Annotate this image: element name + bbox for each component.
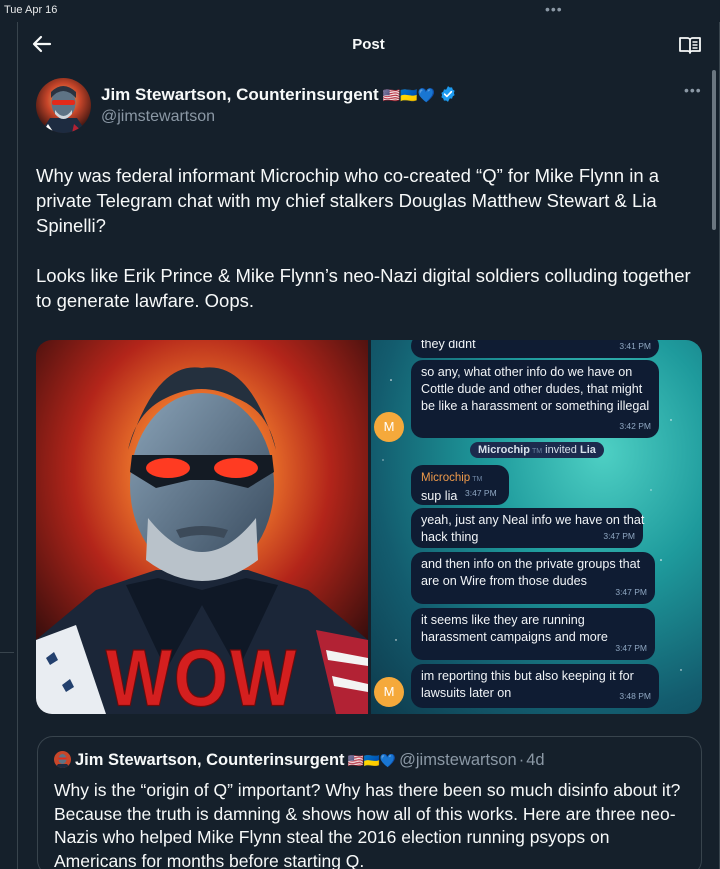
reader-mode-button[interactable] [678, 34, 702, 56]
book-open-icon [679, 37, 701, 54]
more-options-button[interactable]: ••• [684, 82, 702, 98]
chat-message: Microchip TM sup lia 3:47 PM [411, 465, 509, 505]
service-target: Lia [579, 444, 596, 456]
member-avatar: M [374, 412, 404, 442]
message-text: im reporting this but also keeping it fo… [421, 669, 634, 700]
service-verb: invited [545, 444, 577, 456]
chat-message: im reporting this but also keeping it fo… [411, 664, 659, 708]
media-image-chat[interactable]: they didnt 3:41 PM so any, what other in… [371, 340, 702, 714]
status-time: Tue Apr 16 [4, 4, 58, 16]
more-horizontal-icon: ••• [684, 82, 702, 98]
quoted-post-header: Jim Stewartson, Counterinsurgent 🇺🇸🇺🇦💙 @ji… [54, 751, 545, 770]
tweet-body: Why was federal informant Microchip who … [36, 163, 706, 313]
media-grid: WOW they didnt 3:41 PM so any, what othe… [36, 340, 702, 714]
avatar-image [36, 78, 91, 133]
service-message: Microchip TM invited Lia [470, 442, 604, 458]
chat-message: so any, what other info do we have on Co… [411, 360, 659, 438]
chat-message: they didnt 3:41 PM [411, 340, 659, 358]
author-flags: 🇺🇸🇺🇦💙 [382, 87, 435, 103]
tweet-paragraph: Why was federal informant Microchip who … [36, 165, 660, 236]
quoted-author-name: Jim Stewartson, Counterinsurgent [75, 751, 345, 769]
message-time: 3:47 PM [615, 587, 647, 597]
avatar[interactable] [36, 78, 91, 133]
quoted-author-flags: 🇺🇸🇺🇦💙 [347, 753, 397, 768]
post-header: Post [18, 22, 719, 68]
author-name[interactable]: Jim Stewartson, Counterinsurgent 🇺🇸🇺🇦💙 [101, 85, 457, 105]
quoted-author-handle: @jimstewartson [399, 751, 517, 769]
service-actor: Microchip [478, 444, 530, 456]
page-title: Post [352, 36, 385, 53]
left-divider [17, 22, 18, 869]
member-avatar: M [374, 677, 404, 707]
message-time: 3:47 PM [603, 531, 635, 541]
tweet-paragraph: Looks like Erik Prince & Mike Flynn’s ne… [36, 265, 691, 311]
chat-message: it seems like they are running harassmen… [411, 608, 655, 660]
message-time: 3:41 PM [619, 341, 651, 351]
verified-badge-icon [441, 86, 455, 102]
left-rail-mark [0, 652, 14, 653]
message-sender: Microchip [421, 472, 471, 484]
quoted-post[interactable]: Jim Stewartson, Counterinsurgent 🇺🇸🇺🇦💙 @ji… [37, 736, 702, 869]
message-text: so any, what other info do we have on Co… [421, 365, 650, 413]
multitasking-dots[interactable]: ••• [545, 1, 563, 17]
quoted-avatar-image [54, 751, 71, 768]
quoted-timestamp: 4d [526, 751, 545, 769]
scrollbar[interactable] [712, 70, 716, 230]
media-image-wow[interactable]: WOW [36, 340, 368, 714]
wow-caption: WOW [105, 633, 299, 714]
quoted-post-text: Why is the “origin of Q” important? Why … [54, 780, 681, 869]
status-bar: Tue Apr 16 ••• [0, 0, 720, 22]
message-time: 3:47 PM [615, 643, 647, 653]
message-text: sup lia [421, 489, 458, 503]
author-name-text: Jim Stewartson, Counterinsurgent [101, 85, 379, 104]
chat-message: and then info on the private groups that… [411, 552, 655, 604]
author-block: Jim Stewartson, Counterinsurgent 🇺🇸🇺🇦💙 @j… [36, 78, 706, 134]
quoted-avatar [54, 751, 71, 768]
author-handle[interactable]: @jimstewartson [101, 108, 215, 126]
tm-mark: TM [472, 476, 483, 483]
quoted-separator: · [518, 751, 525, 769]
chat-message: yeah, just any Neal info we have on that… [411, 508, 644, 548]
message-time: 3:47 PM [465, 488, 497, 498]
message-time: 3:48 PM [619, 691, 651, 701]
message-text: they didnt [421, 340, 476, 351]
message-time: 3:42 PM [619, 421, 651, 431]
tm-mark: TM [531, 448, 543, 455]
